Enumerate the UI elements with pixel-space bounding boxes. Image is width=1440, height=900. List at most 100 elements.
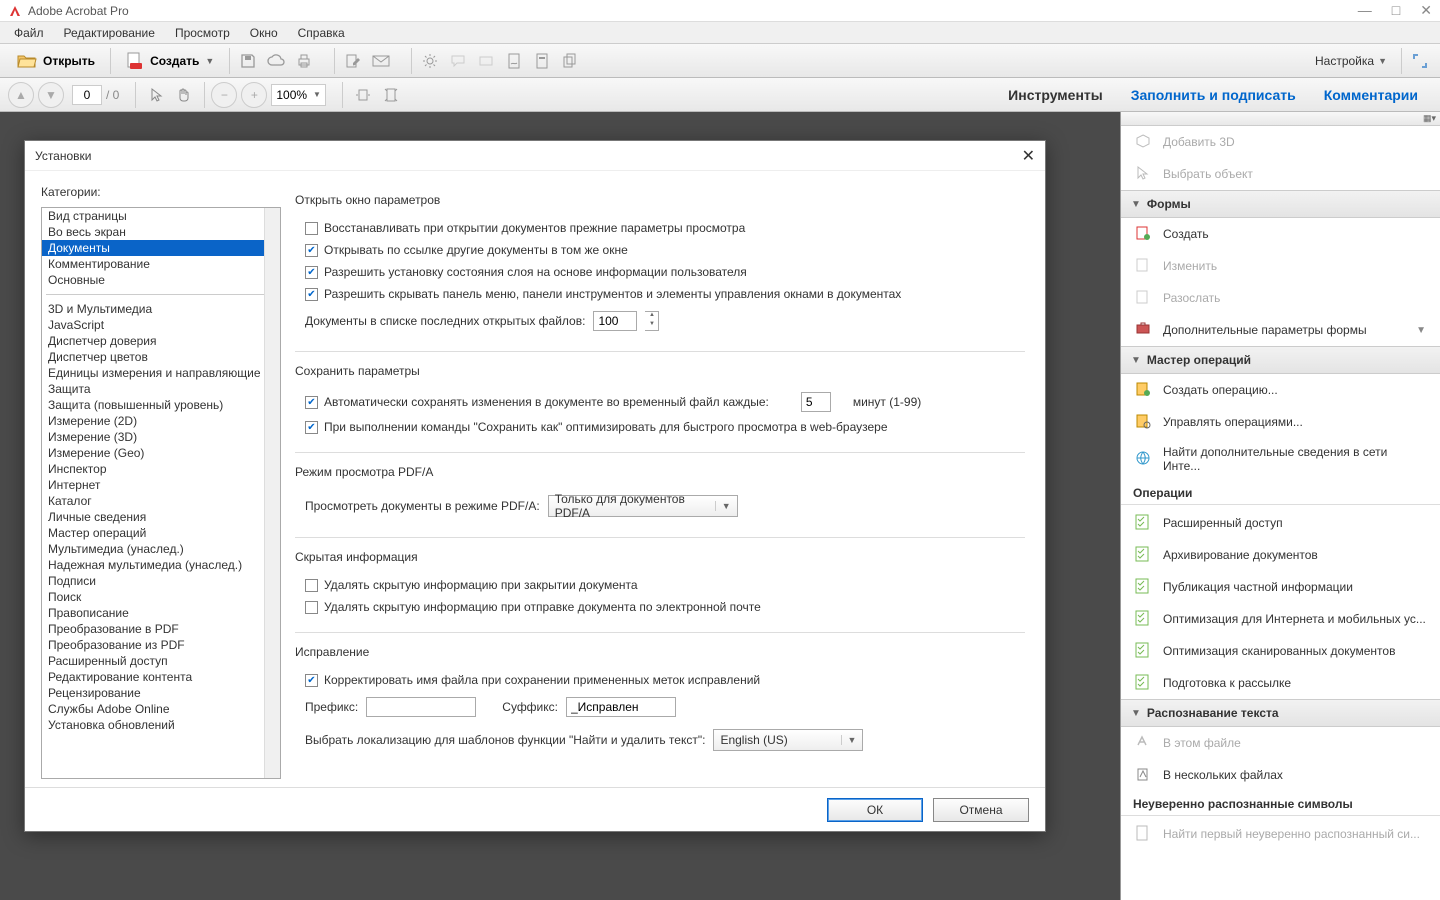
category-item[interactable]: Вид страницы [42, 208, 280, 224]
category-item[interactable]: Надежная мультимедиа (унаслед.) [42, 557, 280, 573]
page-down-button[interactable]: ▼ [38, 82, 64, 108]
op-archive-item[interactable]: Архивирование документов [1121, 539, 1440, 571]
ok-button[interactable]: ОК [827, 798, 923, 822]
categories-list[interactable]: Вид страницыВо весь экранДокументыКоммен… [41, 207, 281, 779]
category-item[interactable]: Редактирование контента [42, 669, 280, 685]
forms-distribute-item[interactable]: Разослать [1121, 282, 1440, 314]
category-item[interactable]: Мультимедиа (унаслед.) [42, 541, 280, 557]
category-item[interactable]: Расширенный доступ [42, 653, 280, 669]
op-optimize-web-item[interactable]: Оптимизация для Интернета и мобильных ус… [1121, 603, 1440, 635]
category-item[interactable]: Интернет [42, 477, 280, 493]
op-publish-item[interactable]: Публикация частной информации [1121, 571, 1440, 603]
save-icon[interactable] [236, 49, 260, 73]
menu-edit[interactable]: Редактирование [56, 24, 163, 42]
locale-select[interactable]: English (US) ▼ [713, 729, 863, 751]
close-button[interactable]: ✕ [1420, 2, 1432, 19]
ocr-section-header[interactable]: ▼ Распознавание текста [1121, 699, 1440, 727]
hide-menubar-checkbox[interactable]: ✔Разрешить скрывать панель меню, панели … [295, 283, 1025, 305]
category-item[interactable]: 3D и Мультимедиа [42, 301, 280, 317]
mail-icon[interactable] [369, 49, 393, 73]
prefix-input[interactable] [366, 697, 476, 717]
zoom-in-button[interactable]: + [241, 82, 267, 108]
suffix-input[interactable] [566, 697, 676, 717]
remove-hidden-close-checkbox[interactable]: Удалять скрытую информацию при закрытии … [295, 574, 1025, 596]
category-item[interactable]: Преобразование из PDF [42, 637, 280, 653]
category-item[interactable]: Защита (повышенный уровень) [42, 397, 280, 413]
recent-files-input[interactable] [593, 311, 637, 331]
expand-icon[interactable] [1408, 49, 1432, 73]
forms-section-header[interactable]: ▼ Формы [1121, 190, 1440, 218]
maximize-button[interactable]: □ [1392, 2, 1400, 19]
zoom-out-button[interactable]: − [211, 82, 237, 108]
cloud-icon[interactable] [264, 49, 288, 73]
category-item[interactable]: JavaScript [42, 317, 280, 333]
manage-actions-item[interactable]: Управлять операциями... [1121, 406, 1440, 438]
category-item[interactable]: Личные сведения [42, 509, 280, 525]
category-item[interactable]: Службы Adobe Online [42, 701, 280, 717]
category-item[interactable]: Правописание [42, 605, 280, 621]
find-more-item[interactable]: Найти дополнительные сведения в сети Инт… [1121, 438, 1440, 480]
comment-icon[interactable] [446, 49, 470, 73]
menu-window[interactable]: Окно [242, 24, 286, 42]
find-first-suspect-item[interactable]: Найти первый неуверенно распознанный си.… [1121, 818, 1440, 850]
panel-menu-icon[interactable]: ▦▾ [1423, 113, 1436, 124]
add-3d-item[interactable]: Добавить 3D [1121, 126, 1440, 158]
adjust-filename-checkbox[interactable]: ✔Корректировать имя файла при сохранении… [295, 669, 1025, 691]
multi-doc-icon[interactable] [558, 49, 582, 73]
tab-tools[interactable]: Инструменты [994, 81, 1117, 109]
menu-file[interactable]: Файл [6, 24, 52, 42]
forms-create-item[interactable]: Создать [1121, 218, 1440, 250]
category-item[interactable]: Мастер операций [42, 525, 280, 541]
category-item[interactable]: Защита [42, 381, 280, 397]
category-item[interactable]: Диспетчер доверия [42, 333, 280, 349]
close-icon[interactable]: ✕ [1022, 146, 1035, 166]
category-item[interactable]: Диспетчер цветов [42, 349, 280, 365]
form-doc-icon[interactable] [530, 49, 554, 73]
customize-button[interactable]: Настройка ▼ [1307, 50, 1395, 72]
category-item[interactable]: Измерение (Geo) [42, 445, 280, 461]
tab-fill-sign[interactable]: Заполнить и подписать [1117, 81, 1310, 109]
ocr-in-file-item[interactable]: В этом файле [1121, 727, 1440, 759]
fit-page-icon[interactable] [377, 83, 405, 107]
forms-more-item[interactable]: Дополнительные параметры формы ▼ [1121, 314, 1440, 346]
forms-edit-item[interactable]: Изменить [1121, 250, 1440, 282]
autosave-minutes-input[interactable] [801, 392, 831, 412]
category-item[interactable]: Каталог [42, 493, 280, 509]
open-button[interactable]: Открыть [8, 48, 104, 74]
category-item[interactable]: Комментирование [42, 256, 280, 272]
category-item[interactable]: Единицы измерения и направляющие [42, 365, 280, 381]
actions-section-header[interactable]: ▼ Мастер операций [1121, 346, 1440, 374]
gear-icon[interactable] [418, 49, 442, 73]
menu-view[interactable]: Просмотр [167, 24, 238, 42]
select-cursor-icon[interactable] [142, 83, 170, 107]
pdfa-mode-select[interactable]: Только для документов PDF/A ▼ [548, 495, 738, 517]
category-item[interactable]: Подписи [42, 573, 280, 589]
spinner-control[interactable]: ▲▼ [645, 311, 659, 331]
op-access-item[interactable]: Расширенный доступ [1121, 507, 1440, 539]
category-item[interactable]: Во весь экран [42, 224, 280, 240]
tab-comments[interactable]: Комментарии [1310, 81, 1432, 109]
hand-tool-icon[interactable] [170, 83, 198, 107]
restore-view-checkbox[interactable]: Восстанавливать при открытии документов … [295, 217, 1025, 239]
sign-doc-icon[interactable] [502, 49, 526, 73]
category-item[interactable]: Установка обновлений [42, 717, 280, 733]
create-button[interactable]: Создать ▼ [117, 47, 223, 75]
op-optimize-scan-item[interactable]: Оптимизация сканированных документов [1121, 635, 1440, 667]
category-item[interactable]: Основные [42, 272, 280, 288]
remove-hidden-email-checkbox[interactable]: Удалять скрытую информацию при отправке … [295, 596, 1025, 618]
scrollbar[interactable] [264, 208, 280, 778]
category-item[interactable]: Измерение (2D) [42, 413, 280, 429]
op-prepare-send-item[interactable]: Подготовка к рассылке [1121, 667, 1440, 699]
optimize-web-checkbox[interactable]: ✔При выполнении команды "Сохранить как" … [295, 416, 1025, 438]
open-same-window-checkbox[interactable]: ✔Открывать по ссылке другие документы в … [295, 239, 1025, 261]
zoom-select[interactable]: 100% ▼ [271, 84, 326, 106]
fit-width-icon[interactable] [349, 83, 377, 107]
category-item[interactable]: Инспектор [42, 461, 280, 477]
category-item[interactable]: Измерение (3D) [42, 429, 280, 445]
page-number-input[interactable] [72, 85, 102, 105]
create-action-item[interactable]: Создать операцию... [1121, 374, 1440, 406]
menu-help[interactable]: Справка [290, 24, 353, 42]
print-icon[interactable] [292, 49, 316, 73]
cancel-button[interactable]: Отмена [933, 798, 1029, 822]
edit-file-icon[interactable] [341, 49, 365, 73]
